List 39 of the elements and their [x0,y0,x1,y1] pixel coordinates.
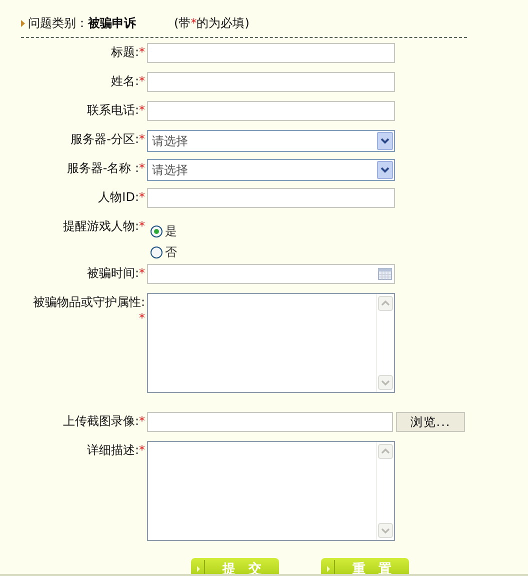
field-label: 人物ID:* [98,189,145,205]
file-path-field[interactable] [147,412,393,432]
category-label: 问题类别： [28,14,88,32]
text-field[interactable] [147,188,395,208]
text-area[interactable] [147,441,395,541]
arrow-icon [327,566,330,572]
calendar-icon[interactable] [378,268,392,280]
scroll-down-icon[interactable] [378,523,393,538]
field-label: 详细描述:* [86,442,145,458]
text-field[interactable] [147,101,395,121]
scroll-down-icon[interactable] [378,375,393,390]
dropdown[interactable]: 请选择 [147,159,395,181]
field-label: 被骗时间:* [86,265,145,281]
radio-label: 是 [165,223,177,240]
arrow-icon [21,20,25,26]
dropdown[interactable]: 请选择 [147,130,395,152]
scroll-up-icon[interactable] [378,296,393,311]
field-label: 上传截图录像:* [62,413,145,429]
field-label: 被骗物品或守护属性: * [32,294,145,326]
text-field[interactable] [147,72,395,92]
arrow-icon [197,566,200,572]
field-label: 标题:* [110,44,145,60]
required-note: (带*的为必填) [174,14,250,32]
text-field[interactable] [147,43,395,63]
field-label: 提醒游戏人物:* [62,218,145,234]
text-area[interactable] [147,293,395,393]
date-field[interactable] [147,264,395,284]
category-value: 被骗申诉 [88,14,136,32]
radio-button[interactable] [150,225,163,238]
browse-button[interactable]: 浏览... [396,412,465,432]
field-label: 服务器-分区:* [70,131,145,147]
radio-label: 否 [165,244,177,261]
scroll-up-icon[interactable] [378,444,393,459]
radio-button[interactable] [150,246,163,259]
scrollbar[interactable] [376,442,394,540]
field-label: 联系电话:* [86,102,145,118]
field-label: 服务器-名称 :* [66,160,145,176]
field-label: 姓名:* [110,73,145,89]
scrollbar[interactable] [376,294,394,392]
